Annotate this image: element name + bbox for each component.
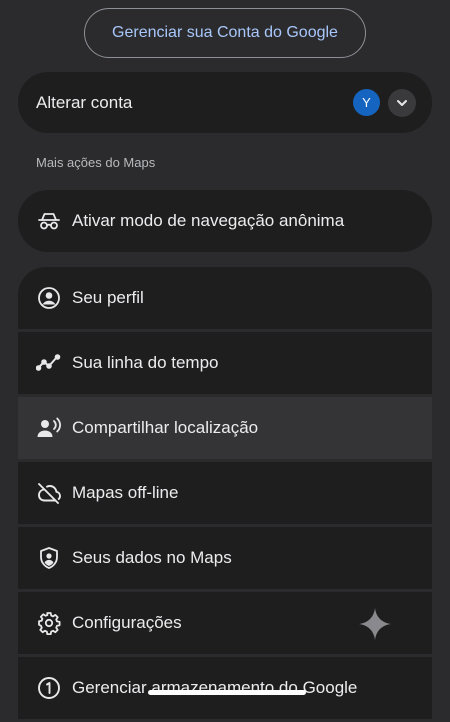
home-indicator — [148, 690, 306, 695]
sparkle-icon — [359, 608, 391, 640]
incognito-mode-label: Ativar modo de navegação anônima — [72, 211, 345, 230]
menu-item-settings[interactable]: Configurações — [18, 592, 432, 654]
timeline-icon — [36, 350, 62, 376]
menu-item-share-location[interactable]: Compartilhar localização — [18, 397, 432, 459]
account-circle-icon — [36, 285, 62, 311]
incognito-mode-button[interactable]: Ativar modo de navegação anônima — [18, 190, 432, 252]
menu-item-label: Mapas off-line — [72, 483, 179, 502]
expand-accounts-button[interactable] — [388, 88, 416, 117]
storage-one-icon — [36, 675, 62, 701]
menu-item-label: Gerenciar armazenamento do Google — [72, 678, 358, 697]
menu-item-label: Compartilhar localização — [72, 418, 259, 437]
menu-item-label: Sua linha do tempo — [72, 353, 219, 372]
menu-item-offline-maps[interactable]: Mapas off-line — [18, 462, 432, 524]
chevron-down-icon — [397, 99, 407, 106]
incognito-icon — [36, 208, 62, 234]
manage-google-account-label: Gerenciar sua Conta do Google — [112, 24, 338, 41]
menu-item-profile[interactable]: Seu perfil — [18, 267, 432, 329]
switch-account-row[interactable]: Alterar conta Y — [18, 72, 432, 133]
manage-google-account-button[interactable]: Gerenciar sua Conta do Google — [84, 8, 366, 58]
menu-item-your-data[interactable]: Seus dados no Maps — [18, 527, 432, 589]
menu-item-timeline[interactable]: Sua linha do tempo — [18, 332, 432, 394]
cloud-off-icon — [36, 480, 62, 506]
menu-item-label: Seus dados no Maps — [72, 548, 232, 567]
shield-person-icon — [36, 545, 62, 571]
menu-item-label: Configurações — [72, 613, 182, 632]
more-actions-section-label: Mais ações do Maps — [36, 155, 156, 170]
switch-account-label: Alterar conta — [36, 92, 133, 112]
avatar[interactable]: Y — [353, 89, 380, 116]
menu-item-label: Seu perfil — [72, 288, 144, 307]
menu-item-manage-storage[interactable]: Gerenciar armazenamento do Google — [18, 657, 432, 719]
gear-icon — [36, 610, 62, 636]
share-location-icon — [36, 415, 62, 441]
maps-menu-list: Seu perfil Sua linha do tempo Compartilh… — [18, 267, 432, 722]
